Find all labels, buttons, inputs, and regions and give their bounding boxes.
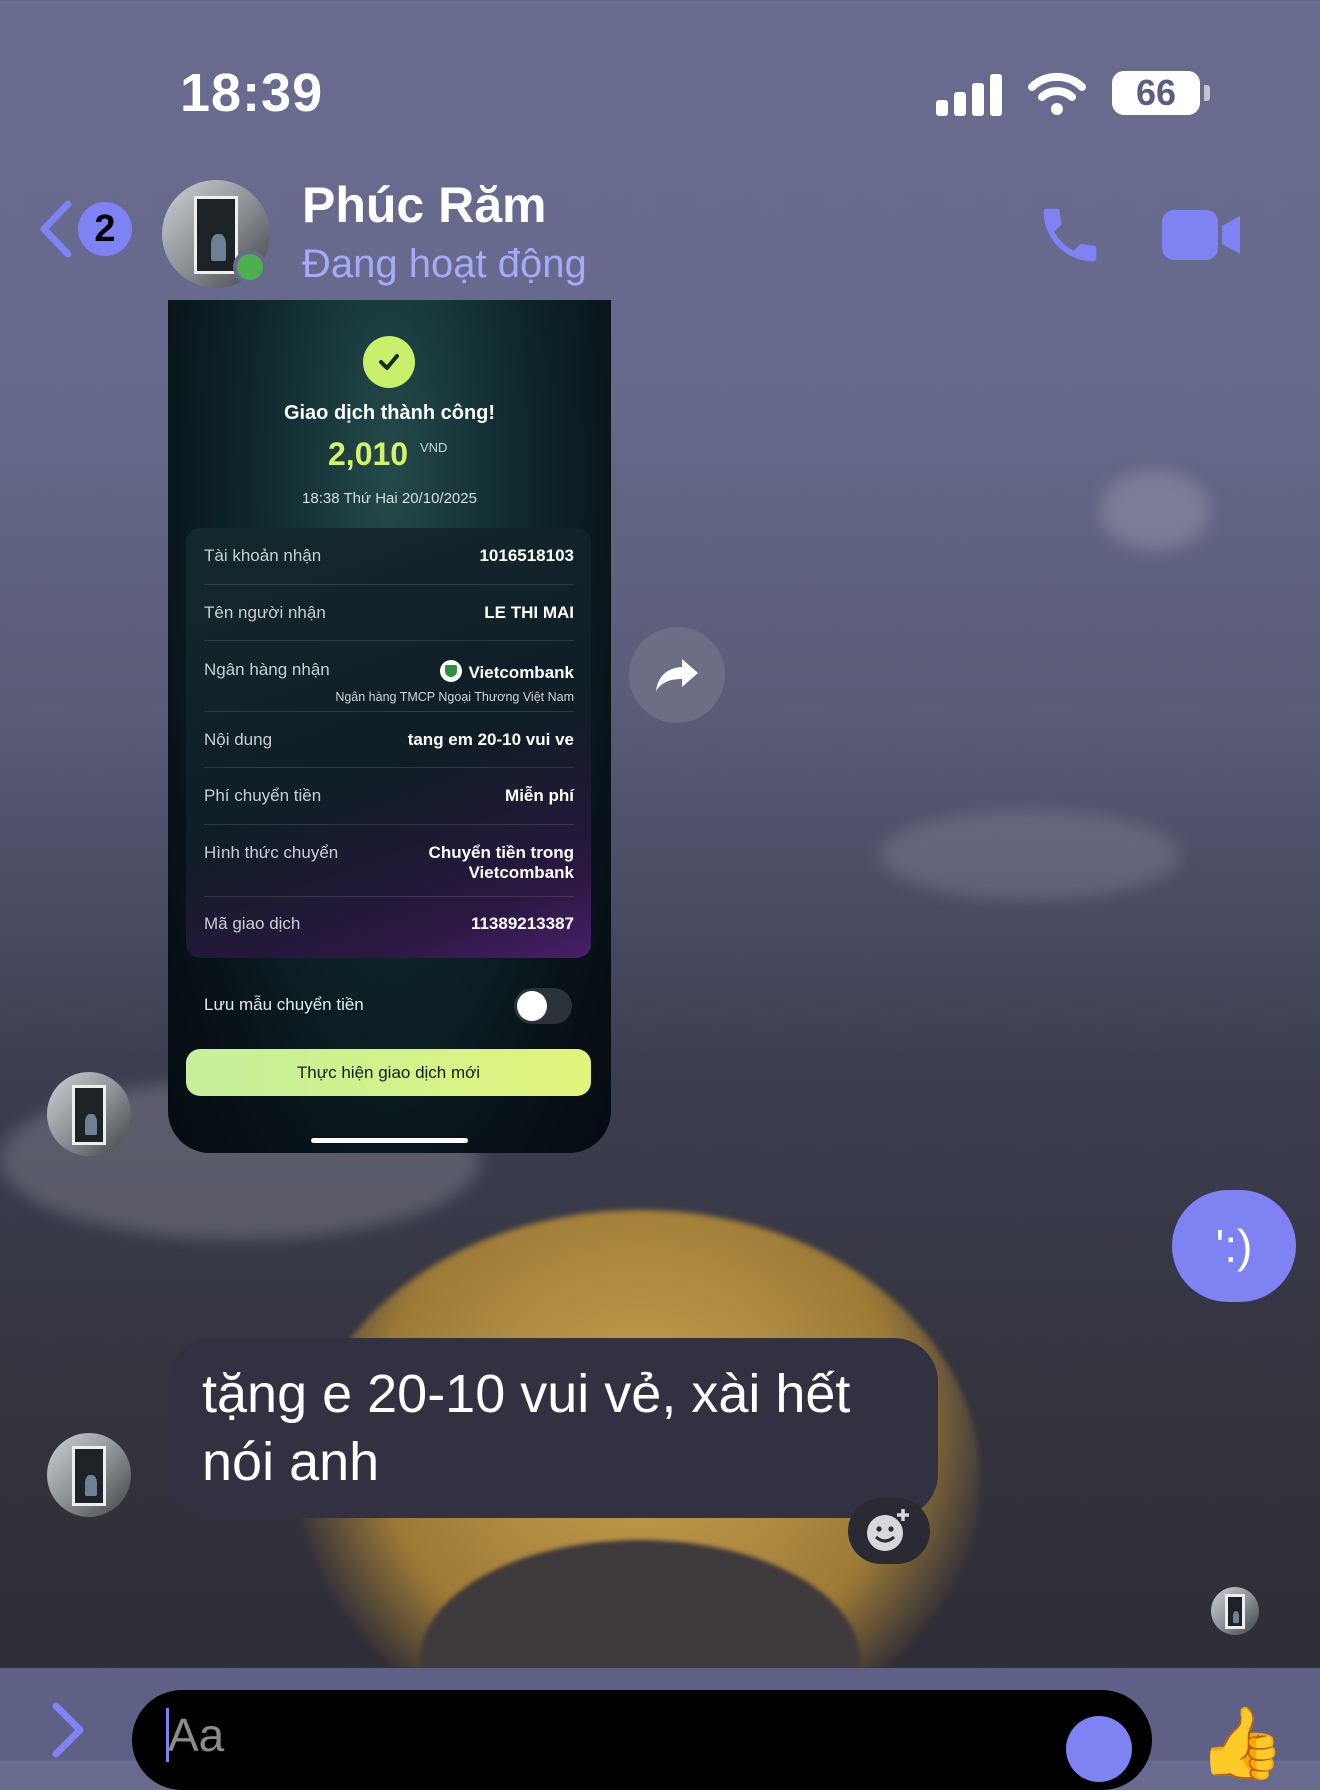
video-call-button[interactable] <box>1160 206 1242 269</box>
receipt-amount: 2,010 <box>328 436 409 472</box>
vietcombank-logo-icon <box>440 660 463 682</box>
detail-label: Hình thức chuyển <box>204 843 339 862</box>
check-icon <box>379 354 399 370</box>
chat-header: 2 Phúc Răm Đang hoạt động <box>0 170 1320 300</box>
add-reaction-button[interactable] <box>848 1498 930 1564</box>
video-camera-icon <box>1162 210 1240 260</box>
detail-label: Mã giao dịch <box>204 914 301 933</box>
emoticon-message[interactable]: ':) <box>1172 1190 1296 1302</box>
detail-label: Nội dung <box>204 730 273 749</box>
phone-icon <box>1043 208 1097 262</box>
message-composer: Aa 👍 <box>0 1668 1320 1790</box>
forward-button[interactable] <box>629 627 725 723</box>
unread-badge: 2 <box>78 202 132 256</box>
detail-value: 11389213387 <box>470 914 574 933</box>
message-line: tặng e 20-10 vui vẻ, xài hết <box>202 1364 851 1424</box>
background-light <box>880 810 1180 900</box>
detail-label: Tên người nhận <box>204 603 326 622</box>
background-cloud <box>1100 470 1210 550</box>
detail-label: Ngân hàng nhận <box>204 660 330 679</box>
seen-receipt-avatar <box>1211 1587 1259 1635</box>
transfer-receipt-image[interactable]: Giao dịch thành công! 2,010 VND 18:38 Th… <box>168 300 611 1153</box>
status-icons: 66 <box>936 70 1210 116</box>
contact-status: Đang hoạt động <box>302 242 587 286</box>
text-message[interactable]: tặng e 20-10 vui vẻ, xài hết nói anh <box>168 1338 938 1518</box>
back-button[interactable]: 2 <box>38 200 132 258</box>
detail-label: Phí chuyển tiền <box>204 786 322 805</box>
receipt-datetime: 18:38 Thứ Hai 20/10/2025 <box>302 490 477 507</box>
detail-value: Vietcombank <box>440 660 574 683</box>
signal-icon <box>936 70 1002 116</box>
emoji-icon[interactable] <box>1066 1716 1132 1782</box>
expand-actions-button[interactable] <box>50 1698 86 1763</box>
detail-value: Chuyển tiền trong Vietcombank <box>428 843 574 882</box>
save-template-label: Lưu mẫu chuyển tiền <box>204 995 364 1014</box>
receipt-currency: VND <box>420 440 448 455</box>
save-template-toggle <box>514 988 572 1024</box>
home-indicator <box>311 1138 468 1143</box>
detail-value: LE THI MAI <box>484 603 574 622</box>
forward-icon <box>656 659 698 691</box>
sender-avatar[interactable] <box>47 1433 131 1517</box>
expand-chevron-icon <box>52 1702 84 1758</box>
thumbs-up-icon[interactable]: 👍 <box>1198 1708 1285 1778</box>
battery-icon: 66 <box>1112 71 1210 115</box>
new-transaction-button: Thực hiện giao dịch mới <box>186 1049 591 1096</box>
success-check <box>363 336 415 388</box>
contact-name[interactable]: Phúc Răm <box>302 176 547 234</box>
status-time: 18:39 <box>180 63 324 123</box>
detail-value: Miễn phí <box>505 786 574 805</box>
message-input[interactable]: Aa <box>132 1690 1152 1790</box>
wifi-icon <box>1028 72 1086 115</box>
audio-call-button[interactable] <box>1035 200 1105 275</box>
back-chevron-icon <box>40 200 72 258</box>
detail-value: 1016518103 <box>479 546 574 565</box>
receipt-details: Tài khoản nhận 1016518103 Tên người nhận… <box>186 528 591 958</box>
add-reaction-icon <box>867 1509 909 1551</box>
message-placeholder: Aa <box>168 1709 225 1761</box>
detail-value: tang em 20-10 vui ve <box>407 730 574 749</box>
receipt-title: Giao dịch thành công! <box>283 402 496 424</box>
detail-sub: Ngân hàng TMCP Ngoại Thương Việt Nam <box>335 690 574 704</box>
message-line: nói anh <box>202 1432 380 1492</box>
sender-avatar[interactable] <box>47 1072 131 1156</box>
online-indicator <box>233 250 267 284</box>
detail-label: Tài khoản nhận <box>204 546 322 565</box>
